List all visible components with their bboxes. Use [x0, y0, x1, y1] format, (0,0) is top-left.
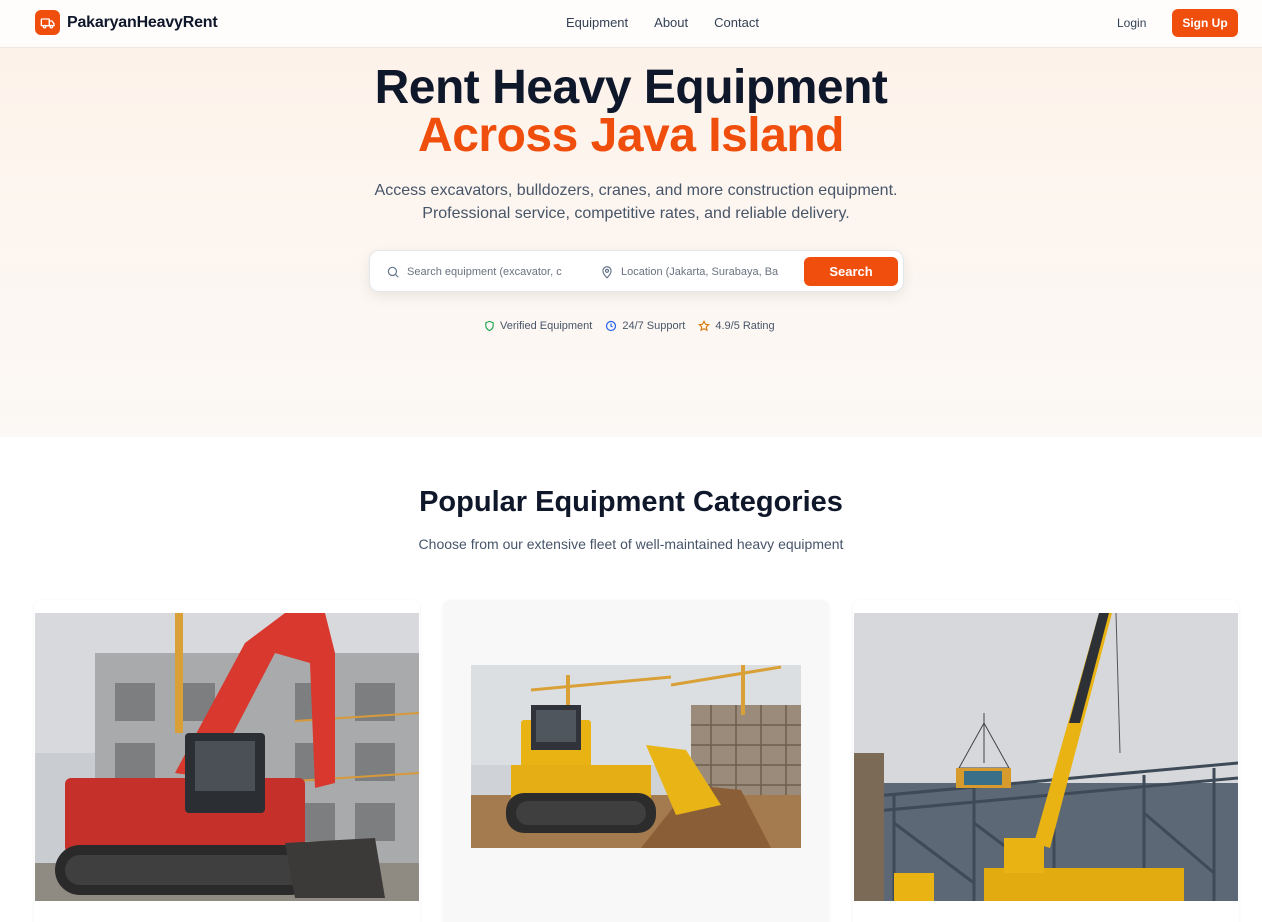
truck-icon [35, 10, 60, 35]
search-button[interactable]: Search [804, 257, 898, 286]
hero-title-line2: Across Java Island [418, 109, 844, 162]
categories-title: Popular Equipment Categories [419, 486, 843, 518]
badge-verified-label: Verified Equipment [500, 320, 593, 332]
clock-icon [606, 320, 617, 332]
excavator-photo [35, 613, 419, 901]
badge-support: 24/7 Support [605, 320, 685, 332]
nav-link-about[interactable]: About [654, 15, 688, 30]
brand-logo-link[interactable]: PakaryanHeavyRent [35, 10, 218, 35]
hero-subtitle: Access excavators, bulldozers, cranes, a… [374, 182, 898, 222]
category-card-crane[interactable] [853, 600, 1239, 922]
location-search-placeholder: Location (Jakarta, Surabaya, Ba [621, 266, 779, 278]
crane-photo [854, 613, 1238, 901]
badge-rating: 4.9/5 Rating [698, 320, 775, 332]
badge-verified: Verified Equipment [484, 320, 592, 332]
search-bar: Search equipment (excavator, c Location … [369, 250, 904, 292]
equipment-search-placeholder: Search equipment (excavator, c [407, 266, 562, 278]
badge-rating-label: 4.9/5 Rating [715, 320, 775, 332]
nav-links: Equipment About Contact [566, 15, 759, 30]
shield-icon [485, 320, 494, 332]
trust-badges: Verified Equipment 24/7 Support 4.9/5 Ra… [484, 320, 775, 332]
equipment-search-input[interactable]: Search equipment (excavator, c [386, 258, 586, 286]
login-link[interactable]: Login [1117, 16, 1146, 30]
hero-title-line1: Rent Heavy Equipment [374, 61, 888, 114]
star-icon [698, 320, 711, 332]
badge-support-label: 24/7 Support [622, 320, 686, 332]
category-card-excavator[interactable] [34, 600, 420, 922]
bulldozer-photo [444, 613, 828, 901]
location-search-input[interactable]: Location (Jakarta, Surabaya, Ba [600, 258, 786, 286]
brand-name: PakaryanHeavyRent [67, 13, 218, 31]
map-pin-icon [602, 266, 612, 279]
categories-subtitle: Choose from our extensive fleet of well-… [418, 536, 844, 552]
hero-section: Rent Heavy Equipment Across Java Island … [0, 0, 1262, 437]
search-icon [387, 266, 399, 278]
nav-link-equipment[interactable]: Equipment [566, 15, 628, 30]
signup-button[interactable]: Sign Up [1172, 9, 1238, 37]
category-card-bulldozer[interactable] [443, 600, 829, 922]
nav-link-contact[interactable]: Contact [714, 15, 759, 30]
top-navbar: PakaryanHeavyRent Equipment About Contac… [0, 0, 1262, 48]
